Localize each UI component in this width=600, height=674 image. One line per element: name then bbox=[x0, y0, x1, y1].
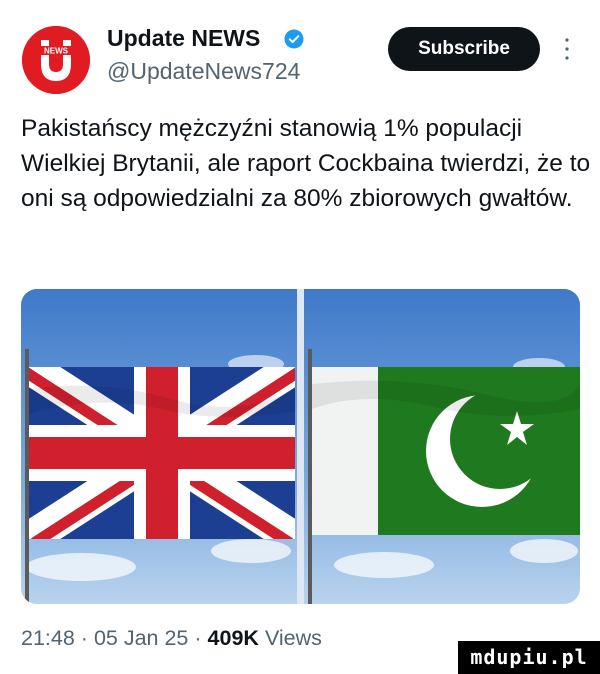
pakistan-flag-image bbox=[304, 289, 580, 604]
media-image-uk-flag[interactable] bbox=[21, 289, 297, 604]
uk-flag-image bbox=[21, 289, 297, 604]
user-handle[interactable]: @UpdateNews724 bbox=[107, 58, 300, 85]
watermark-text: mdupiu.pl bbox=[470, 645, 588, 669]
views-label: Views bbox=[264, 626, 322, 650]
more-vertical-icon[interactable] bbox=[562, 36, 572, 62]
watermark: mdupiu.pl bbox=[458, 641, 600, 674]
tweet-date[interactable]: 05 Jan 25 bbox=[94, 626, 188, 650]
verified-badge-icon bbox=[284, 29, 304, 49]
meta-separator: · bbox=[80, 626, 88, 650]
display-name[interactable]: Update NEWS bbox=[107, 25, 260, 52]
subscribe-button[interactable]: Subscribe bbox=[388, 27, 540, 71]
avatar[interactable]: NEWS bbox=[22, 26, 90, 94]
update-news-logo: NEWS bbox=[22, 26, 90, 94]
tweet-text: Pakistańscy mężczyźni stanowią 1% popula… bbox=[21, 115, 591, 212]
media-image-pakistan-flag[interactable] bbox=[304, 289, 580, 604]
meta-separator: · bbox=[194, 626, 202, 650]
tweet-media[interactable] bbox=[21, 289, 580, 604]
views-count: 409K bbox=[207, 626, 259, 650]
tweet-header: NEWS Update NEWS @UpdateNews724 Subscrib… bbox=[0, 0, 600, 110]
tweet-meta: 21:48 · 05 Jan 25 · 409K Views bbox=[21, 626, 322, 651]
tweet-time[interactable]: 21:48 bbox=[21, 626, 75, 650]
avatar-text: NEWS bbox=[44, 47, 69, 56]
